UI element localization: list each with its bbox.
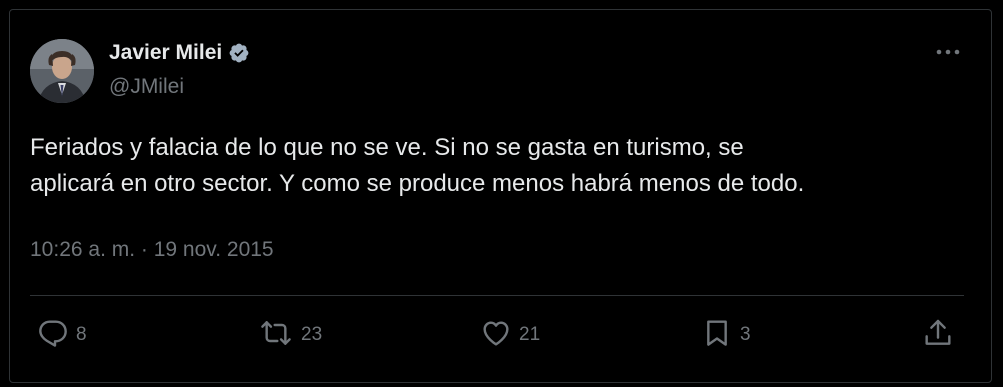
repost-icon (261, 321, 291, 345)
author-handle[interactable]: @JMilei (109, 75, 184, 99)
heart-icon (483, 321, 509, 346)
author-name-row[interactable]: Javier Milei (109, 41, 250, 65)
share-icon (925, 319, 951, 345)
bookmark-count: 3 (740, 324, 751, 345)
like-button[interactable]: 21 (480, 317, 540, 349)
like-count: 21 (519, 324, 541, 345)
reply-button[interactable]: 8 (37, 317, 87, 349)
tweet-text: Feriados y falacia de lo que no se ve. S… (30, 130, 970, 202)
repost-count: 23 (301, 324, 323, 345)
divider (30, 295, 964, 296)
reply-icon (39, 320, 67, 347)
tweet-timestamp[interactable]: 10:26 a. m. · 19 nov. 2015 (30, 236, 274, 264)
tweet-text-line: aplicará en otro sector. Y como se produ… (30, 170, 805, 197)
more-options-button[interactable] (930, 40, 966, 64)
avatar[interactable] (30, 39, 94, 103)
verified-badge-icon (229, 43, 249, 63)
more-dots-icon (936, 49, 960, 55)
reply-count: 8 (76, 324, 87, 345)
share-button[interactable] (922, 317, 954, 349)
avatar-photo (30, 39, 94, 103)
tweet-text-line: Feriados y falacia de lo que no se ve. S… (30, 134, 744, 161)
display-name[interactable]: Javier Milei (109, 41, 222, 65)
bookmark-button[interactable]: 3 (701, 317, 751, 349)
repost-button[interactable]: 23 (258, 317, 322, 349)
bookmark-icon (707, 320, 727, 346)
